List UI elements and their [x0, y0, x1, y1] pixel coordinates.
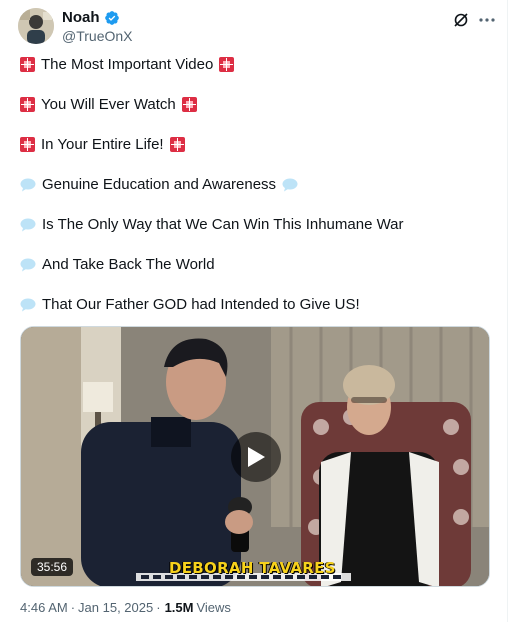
tweet-line-text: In Your Entire Life!	[41, 136, 164, 153]
siren-icon	[219, 57, 235, 72]
speech-bubble-icon	[282, 178, 298, 192]
play-button[interactable]	[231, 432, 281, 482]
author-name[interactable]: Noah	[62, 9, 100, 26]
video-caption: DEBORAH TAVARES	[169, 559, 336, 577]
tweet-date[interactable]: Jan 15, 2025	[78, 600, 153, 615]
siren-icon	[169, 137, 185, 152]
author-name-row[interactable]: Noah	[62, 9, 120, 26]
tweet-card: Noah @TrueOnX The Most Important Video Y…	[0, 0, 508, 622]
tweet-line-text: You Will Ever Watch	[41, 96, 176, 113]
tweet-line-text: And Take Back The World	[42, 256, 215, 273]
separator-dot: ·	[156, 600, 161, 615]
play-icon	[248, 447, 265, 467]
tweet-line: In Your Entire Life!	[20, 136, 185, 153]
author-handle[interactable]: @TrueOnX	[62, 28, 133, 44]
tweet-line: That Our Father GOD had Intended to Give…	[20, 296, 366, 313]
video-player[interactable]: 35:56 DEBORAH TAVARES	[20, 326, 490, 587]
video-duration: 35:56	[31, 558, 74, 576]
tweet-line: And Take Back The World	[20, 256, 221, 273]
separator-dot: ·	[70, 600, 76, 615]
tweet-line: The Most Important Video	[20, 56, 235, 73]
verified-badge-icon	[104, 10, 120, 26]
speech-bubble-icon	[20, 298, 36, 312]
grok-icon[interactable]	[453, 12, 469, 28]
siren-icon	[181, 97, 197, 112]
tweet-line-text: That Our Father GOD had Intended to Give…	[42, 296, 360, 313]
tweet-line: You Will Ever Watch	[20, 96, 197, 113]
tweet-line-text: Is The Only Way that We Can Win This Inh…	[42, 216, 404, 233]
tweet-line: Is The Only Way that We Can Win This Inh…	[20, 216, 410, 233]
more-icon[interactable]	[478, 12, 496, 28]
siren-icon	[20, 137, 35, 152]
speech-bubble-icon	[20, 218, 36, 232]
tweet-line-text: Genuine Education and Awareness	[42, 176, 277, 193]
views-count[interactable]: 1.5M	[165, 600, 194, 615]
tweet-line-text: The Most Important Video	[41, 56, 214, 73]
tweet-meta: 4:46 AM · Jan 15, 2025 · 1.5M Views	[20, 600, 231, 615]
speech-bubble-icon	[20, 178, 36, 192]
tweet-line: Genuine Education and Awareness	[20, 176, 298, 193]
avatar[interactable]	[18, 8, 54, 44]
siren-icon	[20, 97, 35, 112]
tweet-time[interactable]: 4:46 AM	[20, 600, 68, 615]
siren-icon	[20, 57, 35, 72]
views-label: Views	[196, 600, 231, 615]
speech-bubble-icon	[20, 258, 36, 272]
